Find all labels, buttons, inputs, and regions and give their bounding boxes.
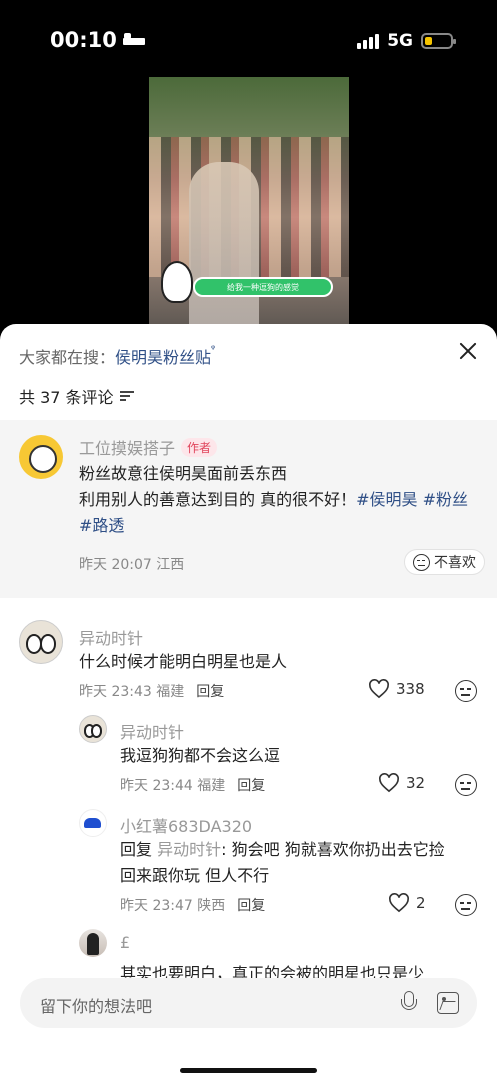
- hashtag[interactable]: #粉丝: [423, 490, 468, 509]
- battery-icon: [421, 33, 456, 49]
- heart-icon: [389, 893, 409, 913]
- mic-icon[interactable]: [401, 991, 417, 1015]
- sleep-mode-icon: [122, 33, 145, 47]
- pinned-comment: 工位摸娱搭子 作者 粉丝故意往侯明昊面前丢东西 利用别人的善意达到目的 真的很不好…: [0, 420, 497, 598]
- video-player[interactable]: 给我一种逗狗的感觉: [149, 77, 349, 332]
- comment-count-label: 共 37 条评论: [19, 388, 114, 407]
- clock: 00:10: [50, 28, 145, 52]
- image-icon[interactable]: [437, 992, 459, 1014]
- comment-author[interactable]: 异动时针: [79, 625, 143, 649]
- comment-sheet: 大家都在搜：侯明昊粉丝贴ᵠ 共 37 条评论 工位摸娱搭子 作者 粉丝故意往侯明昊…: [0, 324, 497, 1080]
- avatar[interactable]: [79, 715, 107, 743]
- comment-author[interactable]: 小红薯683DA320: [120, 813, 252, 837]
- reply-button[interactable]: 回复: [237, 778, 265, 794]
- filter-icon[interactable]: [119, 390, 134, 402]
- comment-text: 回复 异动时针: 狗会吧 狗就喜欢你扔出去它捡 回来跟你玩 但人不行: [120, 840, 445, 885]
- video-mascot-sticker: [161, 261, 193, 303]
- status-right: 5G: [357, 31, 456, 51]
- comment-text: 我逗狗狗都不会这么逗: [120, 746, 281, 765]
- search-prefix: 大家都在搜：: [19, 348, 116, 367]
- reply-target[interactable]: 异动时针: [157, 840, 221, 859]
- heart-icon: [369, 679, 389, 699]
- comment-author[interactable]: 异动时针: [120, 719, 184, 743]
- network-type: 5G: [387, 31, 413, 51]
- comment-meta: 昨天 23:43 福建 回复: [79, 684, 225, 700]
- comment-count[interactable]: 共 37 条评论: [19, 384, 134, 408]
- signal-icon: [357, 33, 380, 49]
- avatar[interactable]: [79, 809, 107, 837]
- comment-input[interactable]: 留下你的想法吧: [20, 978, 477, 1028]
- emoji-icon[interactable]: [455, 774, 477, 796]
- like-count: 338: [396, 680, 425, 698]
- comment-text: 粉丝故意往侯明昊面前丢东西 利用别人的善意达到目的 真的很不好！#侯明昊 #粉丝…: [79, 464, 469, 535]
- comment-author[interactable]: 工位摸娱搭子 作者: [79, 435, 218, 459]
- like-button[interactable]: 2: [388, 893, 426, 913]
- status-bar: 00:10 5G: [0, 0, 497, 80]
- clock-time: 00:10: [50, 28, 117, 52]
- like-count: 32: [406, 774, 426, 792]
- avatar[interactable]: [79, 929, 107, 957]
- avatar[interactable]: [19, 620, 63, 664]
- comment-meta: 昨天 23:47 陕西 回复: [120, 898, 266, 914]
- comment-author[interactable]: £: [120, 933, 130, 952]
- dislike-face-icon: [413, 553, 430, 571]
- search-term[interactable]: 侯明昊粉丝贴: [115, 348, 211, 367]
- like-count: 2: [416, 894, 426, 912]
- hashtag[interactable]: #路透: [79, 516, 124, 535]
- search-suggestion[interactable]: 大家都在搜：侯明昊粉丝贴ᵠ: [19, 344, 215, 368]
- author-badge: 作者: [181, 438, 218, 457]
- like-button[interactable]: 32: [378, 773, 425, 793]
- reply-button[interactable]: 回复: [237, 898, 265, 914]
- emoji-icon[interactable]: [455, 894, 477, 916]
- like-button[interactable]: 338: [368, 679, 425, 699]
- search-suggest-icon: ᵠ: [211, 344, 216, 355]
- comment-input-placeholder: 留下你的想法吧: [40, 997, 153, 1016]
- avatar[interactable]: [19, 435, 63, 479]
- video-caption-sticker: 给我一种逗狗的感觉: [193, 277, 333, 297]
- close-icon[interactable]: [459, 342, 477, 360]
- home-indicator[interactable]: [180, 1068, 317, 1073]
- dislike-button[interactable]: 不喜欢: [404, 549, 485, 575]
- comment-meta: 昨天 23:44 福建 回复: [120, 778, 266, 794]
- video-person: [189, 162, 259, 332]
- comment-text: 什么时候才能明白明星也是人: [79, 652, 288, 671]
- emoji-icon[interactable]: [455, 680, 477, 702]
- hashtag[interactable]: #侯明昊: [356, 490, 417, 509]
- reply-button[interactable]: 回复: [196, 684, 224, 700]
- heart-icon: [379, 773, 399, 793]
- comment-meta: 昨天 20:07 江西: [79, 557, 185, 573]
